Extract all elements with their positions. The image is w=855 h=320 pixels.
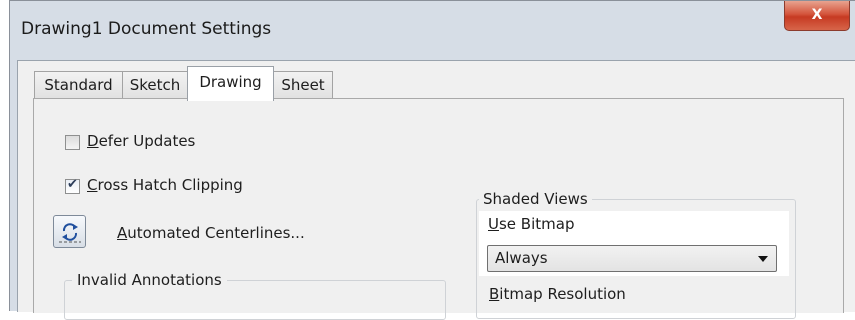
close-icon: X [811,7,823,23]
close-button[interactable]: X [784,1,850,31]
chevron-down-icon [758,256,768,262]
centerline-icon [59,223,81,243]
defer-updates-label[interactable]: Defer Updates [87,132,195,150]
tab-standard[interactable]: Standard [34,71,123,99]
tab-sketch[interactable]: Sketch [122,71,188,99]
use-bitmap-label: Use Bitmap [488,215,575,233]
checkmark-icon: ✔ [67,177,78,192]
tab-drawing-label: Drawing [199,73,262,91]
tab-sheet[interactable]: Sheet [273,71,333,99]
dialog-title: Drawing1 Document Settings [21,19,272,39]
defer-updates-checkbox[interactable] [65,135,80,150]
cross-hatch-clipping-label[interactable]: Cross Hatch Clipping [87,176,243,194]
bitmap-resolution-label: Bitmap Resolution [489,285,626,303]
invalid-annotations-title: Invalid Annotations [72,271,227,289]
tab-sketch-label: Sketch [129,76,181,94]
use-bitmap-dropdown[interactable]: Always [487,245,777,272]
tab-drawing[interactable]: Drawing [187,66,274,101]
automated-centerlines-label[interactable]: Automated Centerlines... [117,224,305,242]
tab-sheet-label: Sheet [281,76,325,94]
title-bar[interactable]: Drawing1 Document Settings X [10,1,855,61]
automated-centerlines-button[interactable] [53,215,86,248]
use-bitmap-selected-value: Always [495,249,548,267]
tab-standard-label: Standard [44,76,113,94]
shaded-views-title: Shaded Views [479,190,592,208]
cross-hatch-clipping-checkbox[interactable]: ✔ [65,177,80,194]
